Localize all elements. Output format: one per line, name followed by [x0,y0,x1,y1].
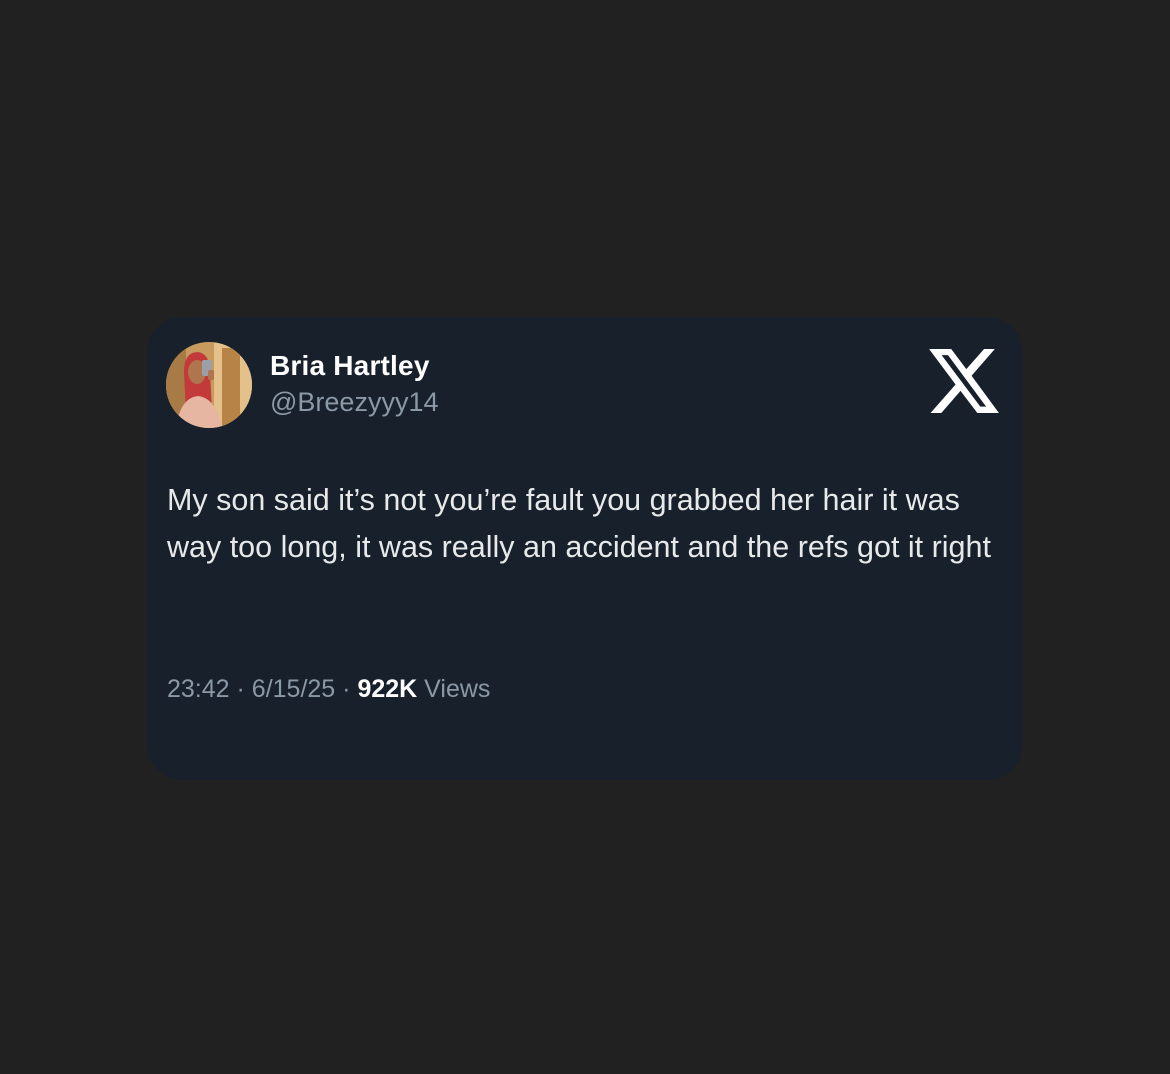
views-label: Views [424,675,491,703]
meta-separator: · [342,675,351,703]
post-text: My son said it’s not you’re fault you gr… [167,483,991,564]
author-handle[interactable]: @Breezyyy14 [270,387,438,418]
avatar[interactable] [166,342,252,428]
post-card: Bria Hartley @Breezyyy14 My son said it’… [147,317,1023,780]
views-count: 922K [357,675,418,703]
author-name[interactable]: Bria Hartley [270,350,430,382]
meta-separator: · [236,675,245,703]
post-meta: 23:42 · 6/15/25 · 922K Views [167,675,490,704]
x-logo-icon[interactable] [929,349,999,413]
profile-photo-image [166,342,252,428]
post-date[interactable]: 6/15/25 [252,675,335,703]
post-time[interactable]: 23:42 [167,675,230,703]
x-logo-svg [929,349,999,413]
